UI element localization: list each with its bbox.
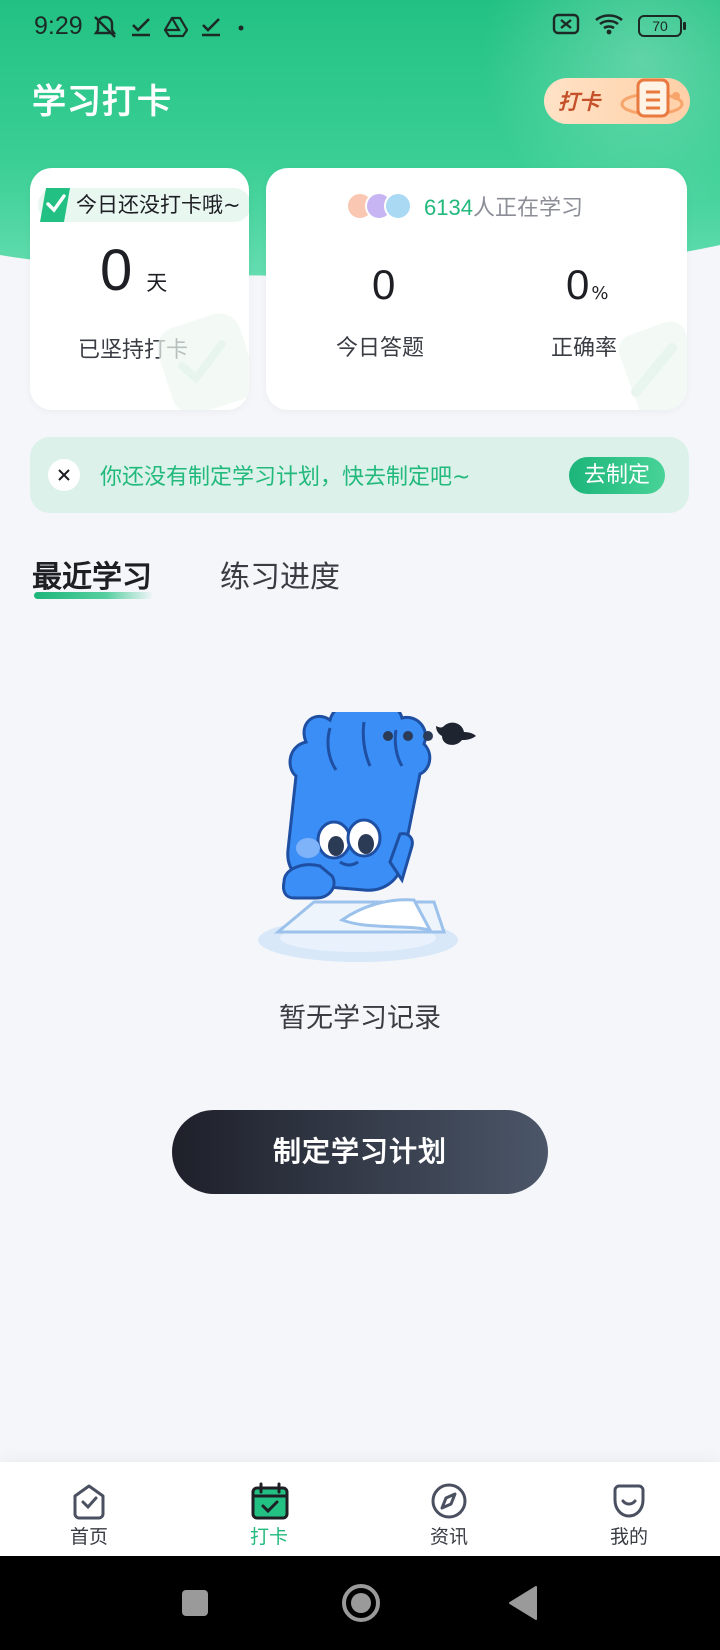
close-icon — [58, 469, 70, 481]
battery-icon: 70 — [638, 15, 686, 37]
learners-text: 6134人正在学习 — [424, 190, 583, 222]
circle-icon — [342, 1584, 380, 1622]
back-button[interactable] — [508, 1585, 538, 1625]
accuracy-value: 0 — [566, 261, 590, 308]
download-done-icon — [200, 16, 222, 42]
nav-label: 打卡 — [249, 1526, 288, 1548]
check-tag-icon — [38, 184, 74, 234]
system-navigation-bar — [0, 1556, 720, 1650]
pencil-watermark-icon — [606, 318, 687, 410]
plan-reminder-text: 你还没有制定学习计划，快去制定吧~ — [100, 465, 471, 490]
learner-avatars — [346, 192, 412, 220]
bottom-navigation: 首页 打卡 资讯 我的 — [0, 1462, 720, 1556]
drive-icon — [163, 16, 189, 42]
learners-suffix: 人正在学习 — [472, 196, 583, 221]
streak-value: 0 天 — [100, 242, 167, 300]
home-system-button[interactable] — [341, 1583, 381, 1627]
status-system-icons: 70 — [552, 12, 686, 40]
check-watermark-icon — [152, 310, 249, 410]
download-done-icon — [130, 16, 152, 42]
today-questions-value: 0 — [372, 261, 396, 308]
nav-item-checkin[interactable]: 打卡 — [209, 1462, 329, 1556]
avatar — [384, 192, 412, 220]
status-time: 9:29 — [34, 12, 83, 40]
muted-bell-icon — [92, 14, 118, 44]
plan-reminder-banner: 你还没有制定学习计划，快去制定吧~ 去制定 — [30, 437, 689, 513]
today-questions-label: 今日答题 — [336, 336, 425, 361]
back-triangle-icon — [509, 1586, 537, 1620]
nav-item-profile[interactable]: 我的 — [569, 1462, 689, 1556]
compass-icon — [430, 1482, 468, 1524]
checkin-badge-button[interactable]: 打卡 — [544, 78, 690, 124]
checkin-badge-label: 打卡 — [558, 90, 600, 114]
streak-card[interactable]: 今日还没打卡哦~ 0 天 已坚持打卡 — [30, 168, 249, 410]
tab-practice-progress[interactable]: 练习进度 — [220, 552, 340, 596]
accuracy-value-group: 0 % — [566, 264, 608, 306]
nav-label: 我的 — [609, 1526, 648, 1548]
status-bar: 9:29 70 — [0, 0, 720, 56]
nav-item-home[interactable]: 首页 — [29, 1462, 149, 1556]
calendar-badge-icon — [618, 74, 684, 131]
nav-label: 首页 — [69, 1526, 108, 1548]
stats-card: 6134人正在学习 0 今日答题 0 % 正确率 — [266, 168, 687, 410]
empty-state-illustration — [250, 701, 480, 966]
create-study-plan-button[interactable]: 制定学习计划 — [172, 1110, 548, 1194]
active-tab-indicator — [34, 592, 154, 599]
accuracy-unit: % — [591, 283, 609, 304]
page-title: 学习打卡 — [32, 82, 172, 122]
wifi-icon — [594, 12, 624, 40]
nav-item-news[interactable]: 资讯 — [389, 1462, 509, 1556]
home-icon — [70, 1482, 108, 1524]
create-plan-shortcut-button[interactable]: 去制定 — [569, 457, 665, 494]
empty-state-text: 暂无学习记录 — [279, 1003, 441, 1034]
streak-days-unit: 天 — [146, 271, 168, 295]
status-notification-icons — [92, 14, 248, 44]
close-banner-button[interactable] — [48, 459, 80, 491]
nav-label: 资讯 — [429, 1526, 468, 1548]
learners-count: 6134 — [424, 195, 473, 220]
no-sim-icon — [552, 12, 580, 40]
checkin-status-pill: 今日还没打卡哦~ — [38, 188, 249, 222]
dot-icon — [234, 16, 248, 42]
square-icon — [182, 1590, 208, 1616]
streak-days-number: 0 — [100, 238, 133, 303]
profile-icon — [610, 1482, 648, 1524]
tab-recent-study[interactable]: 最近学习 — [32, 552, 152, 596]
calendar-check-icon — [250, 1482, 290, 1524]
recent-apps-button[interactable] — [181, 1589, 209, 1621]
learners-row: 6134人正在学习 — [346, 190, 583, 222]
